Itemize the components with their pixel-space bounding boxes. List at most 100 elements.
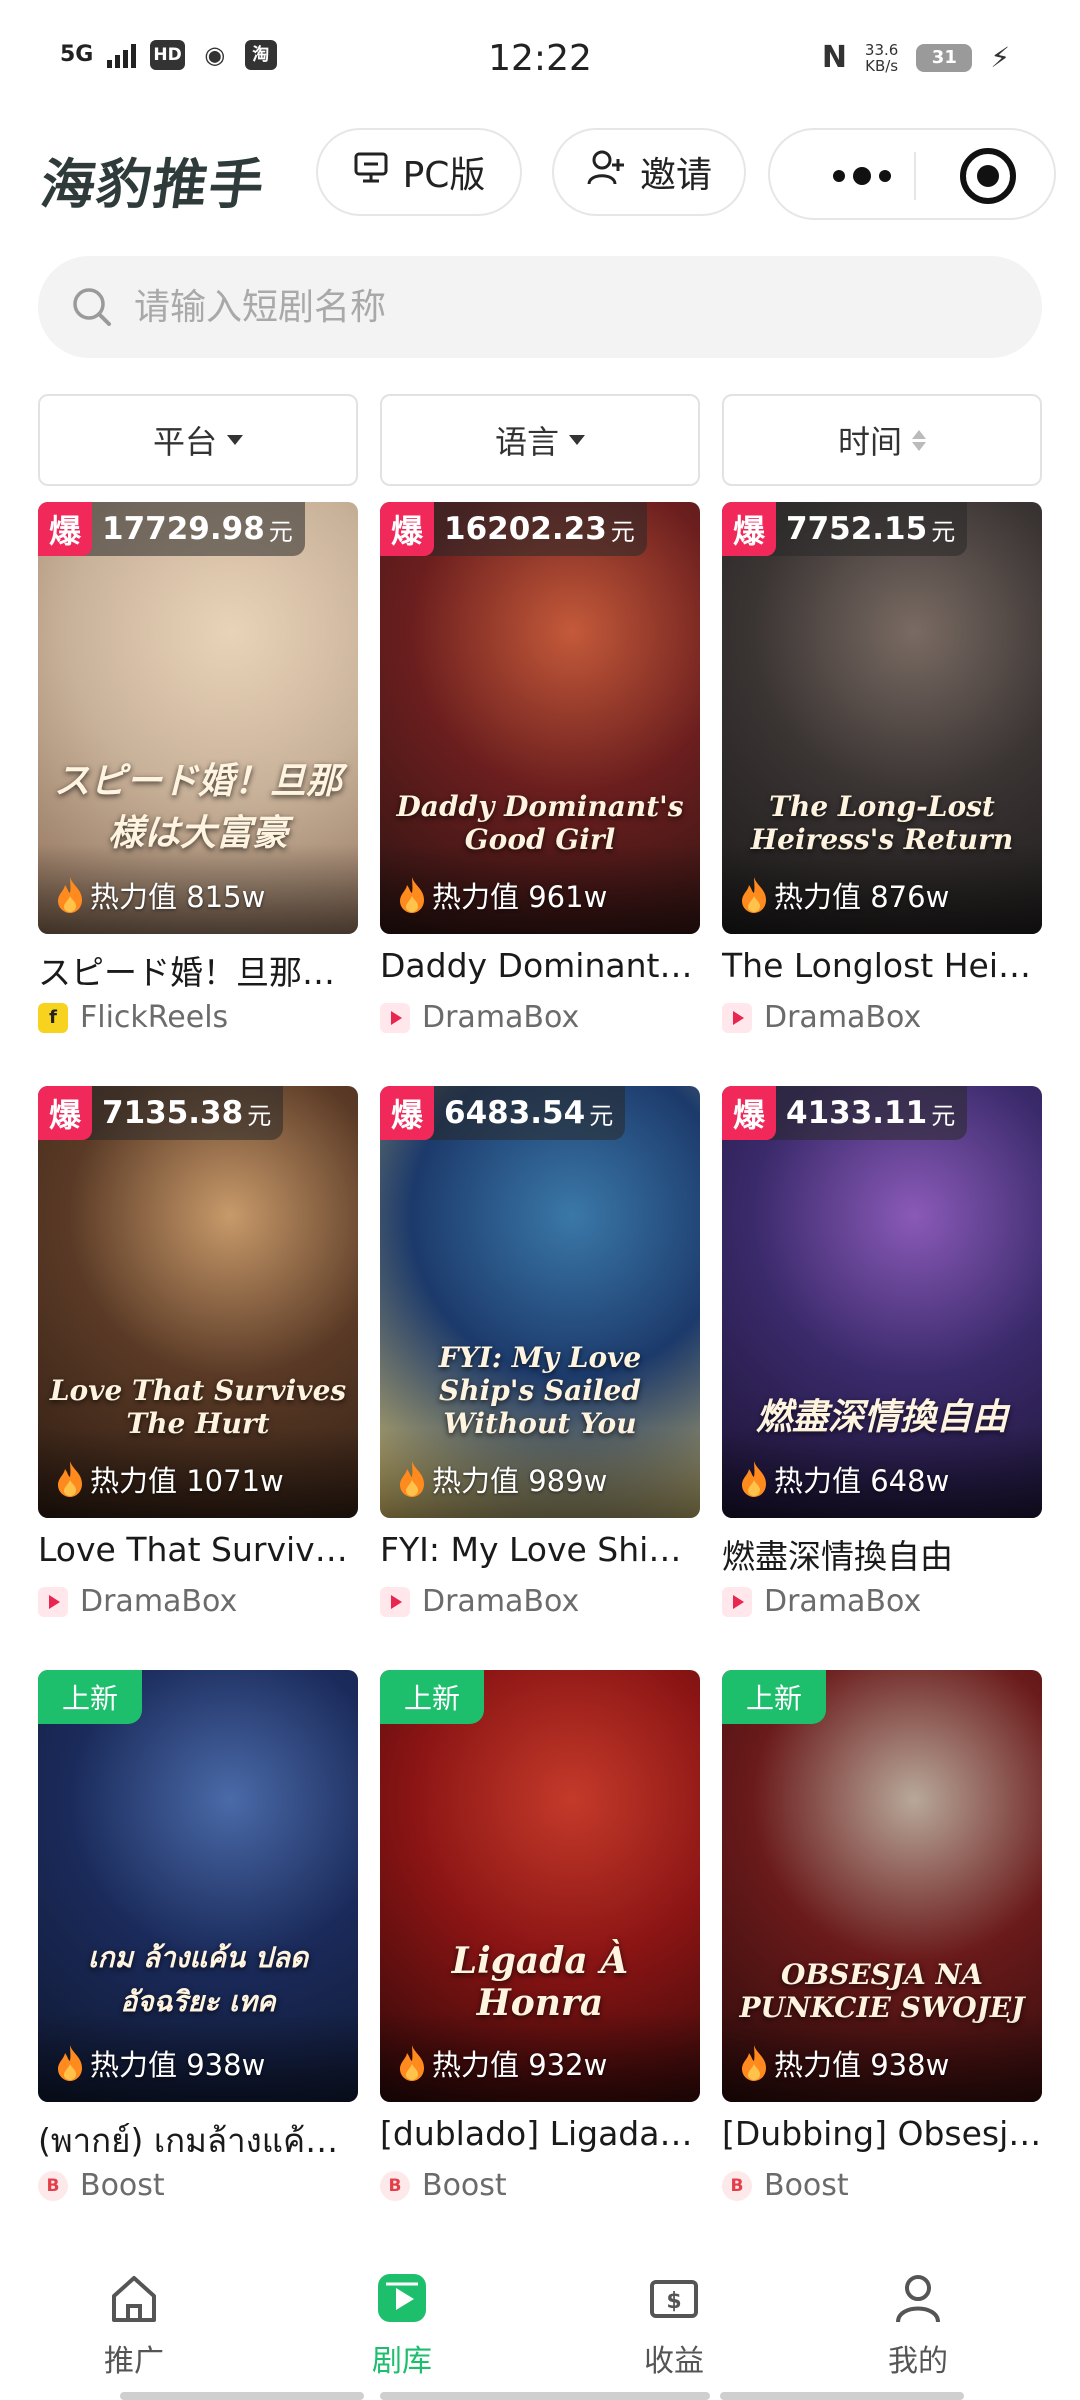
drama-poster[interactable]: FYI: My Love Ship's Sailed Without You 爆… xyxy=(380,1086,700,1518)
heat-label: 热力值 932w xyxy=(432,2048,608,2082)
heat-value: 热力值 961w xyxy=(398,874,607,916)
platform-source: DramaBox xyxy=(722,1000,921,1035)
drama-title[interactable]: [Dubbing] Obsesja na punkcie swojej xyxy=(722,2114,1042,2153)
heat-value: 热力值 932w xyxy=(398,2042,607,2084)
more-options-icon[interactable] xyxy=(810,130,914,222)
film-icon xyxy=(372,2268,432,2328)
platform-source: B Boost xyxy=(722,2168,849,2203)
home-indicator-right xyxy=(720,2392,964,2400)
earnings-badge: 爆 4133.11 元 xyxy=(722,1086,968,1140)
heat-label: 热力值 876w xyxy=(774,880,950,914)
platform-source: B Boost xyxy=(38,2168,165,2203)
flame-icon xyxy=(740,1460,768,1498)
pc-version-button[interactable]: PC版 xyxy=(316,128,522,216)
search-input[interactable] xyxy=(134,286,934,328)
earnings-unit: 元 xyxy=(931,1101,956,1130)
platform-name: DramaBox xyxy=(764,1584,922,1619)
monitor-icon xyxy=(353,151,389,194)
home-indicator-left xyxy=(120,2392,364,2400)
boost-icon: B xyxy=(380,2170,410,2201)
close-mini-program-icon[interactable] xyxy=(960,148,1016,204)
boost-icon: B xyxy=(38,2170,68,2201)
invite-button[interactable]: 邀请 xyxy=(552,128,746,216)
nav-drama-library[interactable]: 剧库 xyxy=(302,2268,502,2380)
drama-title[interactable]: Daddy Dominant's Good Girl xyxy=(380,946,700,985)
earnings-badge: 爆 16202.23 元 xyxy=(380,502,647,556)
drama-poster[interactable]: เกม ล้างแค้น ปลด อัจฉริยะ เทค 上新 热力值 938… xyxy=(38,1670,358,2102)
drama-card[interactable]: FYI: My Love Ship's Sailed Without You 爆… xyxy=(380,1086,700,1630)
drama-card[interactable]: OBSESJA NA PUNKCIE SWOJEJ 上新 热力值 938w [D… xyxy=(722,1670,1042,2214)
network-speed: 33.6 KB/s xyxy=(865,42,898,74)
home-icon xyxy=(104,2268,164,2328)
drama-poster[interactable]: The Long-Lost Heiress's Return 爆 7752.15… xyxy=(722,502,1042,934)
earnings-badge: 爆 17729.98 元 xyxy=(38,502,305,556)
earnings-unit: 元 xyxy=(610,517,635,546)
drama-title[interactable]: (พากย์) เกมล้างแค้น ปลดอัจฉริยะ เทค xyxy=(38,2114,358,2167)
drama-title[interactable]: The Longlost Heiress's Return xyxy=(722,946,1042,985)
platform-filter[interactable]: 平台 xyxy=(38,394,358,486)
drama-card[interactable]: 燃盡深情換自由 爆 4133.11 元 热力值 648w 燃盡深情換自由 Dra… xyxy=(722,1086,1042,1630)
drama-title[interactable]: 燃盡深情換自由 xyxy=(722,1530,1042,1578)
heat-value: 热力值 815w xyxy=(56,874,265,916)
drama-poster[interactable]: 燃盡深情換自由 爆 4133.11 元 热力值 648w xyxy=(722,1086,1042,1518)
flame-icon xyxy=(398,2044,426,2082)
platform-name: DramaBox xyxy=(764,1000,922,1035)
drama-poster[interactable]: Ligada À Honra 上新 热力值 932w xyxy=(380,1670,700,2102)
dramabox-icon xyxy=(38,1586,68,1617)
heat-label: 热力值 815w xyxy=(90,880,266,914)
nav-label: 收益 xyxy=(644,2344,704,2379)
status-bar: 5G HD ◉ 淘 12:22 N 33.6 KB/s 31 ⚡ xyxy=(0,0,1080,122)
charging-icon: ⚡ xyxy=(990,41,1010,74)
earnings-unit: 元 xyxy=(247,1101,272,1130)
flame-icon xyxy=(56,2044,84,2082)
drama-card[interactable]: Daddy Dominant's Good Girl 爆 16202.23 元 … xyxy=(380,502,700,1046)
home-indicator-mid xyxy=(380,2392,710,2400)
drama-card[interactable]: Love That Survives The Hurt 爆 7135.38 元 … xyxy=(38,1086,358,1630)
drama-card[interactable]: The Long-Lost Heiress's Return 爆 7752.15… xyxy=(722,502,1042,1046)
drama-poster[interactable]: スピード婚！旦那様は大富豪 爆 17729.98 元 热力值 815w xyxy=(38,502,358,934)
flame-icon xyxy=(398,876,426,914)
platform-name: DramaBox xyxy=(422,1000,580,1035)
capsule-divider xyxy=(914,152,916,200)
drama-card[interactable]: เกม ล้างแค้น ปลด อัจฉริยะ เทค 上新 热力值 938… xyxy=(38,1670,358,2214)
search-bar[interactable] xyxy=(38,256,1042,358)
flame-icon xyxy=(740,2044,768,2082)
flame-icon xyxy=(56,876,84,914)
poster-title-art: เกม ล้างแค้น ปลด อัจฉริยะ เทค xyxy=(87,1941,309,2018)
new-badge: 上新 xyxy=(380,1670,484,1724)
platform-source: DramaBox xyxy=(38,1584,237,1619)
earnings-amount: 17729.98 xyxy=(102,511,265,547)
heat-value: 热力值 938w xyxy=(740,2042,949,2084)
drama-poster[interactable]: Daddy Dominant's Good Girl 爆 16202.23 元 … xyxy=(380,502,700,934)
new-badge: 上新 xyxy=(38,1670,142,1724)
flame-icon xyxy=(740,876,768,914)
nav-earnings[interactable]: $ 收益 xyxy=(574,2268,774,2380)
heat-label: 热力值 961w xyxy=(432,880,608,914)
drama-poster[interactable]: Love That Survives The Hurt 爆 7135.38 元 … xyxy=(38,1086,358,1518)
language-filter[interactable]: 语言 xyxy=(380,394,700,486)
earnings-badge: 爆 7752.15 元 xyxy=(722,502,968,556)
drama-card[interactable]: スピード婚！旦那様は大富豪 爆 17729.98 元 热力值 815w スピード… xyxy=(38,502,358,1046)
heat-value: 热力值 989w xyxy=(398,1458,607,1500)
add-user-icon xyxy=(586,149,626,196)
time-sort[interactable]: 时间 xyxy=(722,394,1042,486)
platform-name: Boost xyxy=(80,2168,165,2203)
drama-poster[interactable]: OBSESJA NA PUNKCIE SWOJEJ 上新 热力值 938w xyxy=(722,1670,1042,2102)
nav-label: 剧库 xyxy=(372,2344,432,2379)
nav-mine[interactable]: 我的 xyxy=(818,2268,1018,2380)
drama-title[interactable]: FYI: My Love Ship's Sailed Without You xyxy=(380,1530,700,1569)
platform-source: DramaBox xyxy=(380,1584,579,1619)
dramabox-icon xyxy=(380,1002,410,1033)
mini-program-capsule xyxy=(768,128,1056,220)
flame-icon xyxy=(56,1460,84,1498)
drama-title[interactable]: スピード婚！旦那様は大富豪 xyxy=(38,946,358,994)
earnings-badge: 爆 6483.54 元 xyxy=(380,1086,626,1140)
drama-title[interactable]: Love That Survives the Hurt xyxy=(38,1530,358,1569)
hot-badge-icon: 爆 xyxy=(380,1086,434,1140)
nav-promote[interactable]: 推广 xyxy=(34,2268,234,2380)
hot-badge-icon: 爆 xyxy=(722,1086,776,1140)
drama-title[interactable]: [dublado] Ligada À Honra xyxy=(380,2114,700,2153)
drama-card[interactable]: Ligada À Honra 上新 热力值 932w [dublado] Lig… xyxy=(380,1670,700,2214)
poster-title-art: スピード婚！旦那様は大富豪 xyxy=(53,760,342,854)
time-sort-label: 时间 xyxy=(837,423,902,461)
